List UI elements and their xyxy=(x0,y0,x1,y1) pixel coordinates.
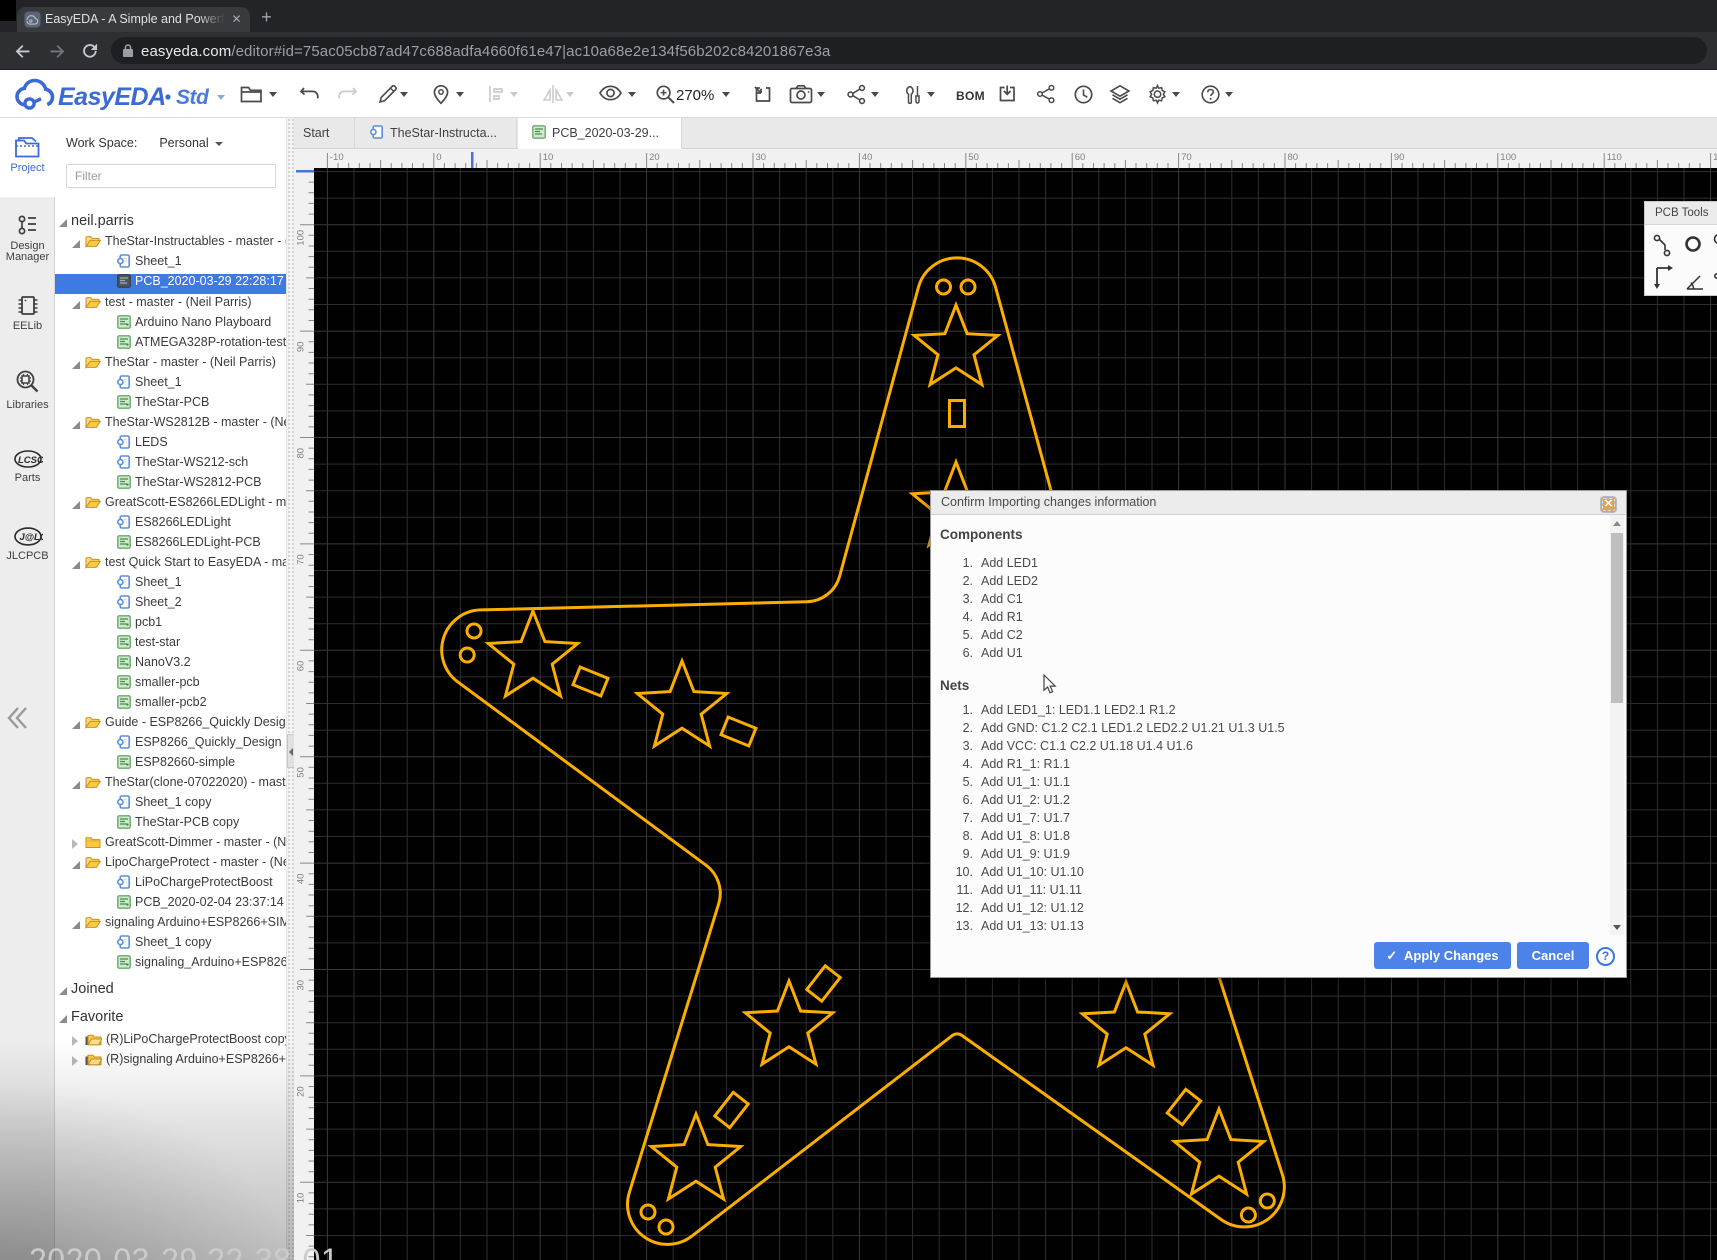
svg-text:Std: Std xyxy=(176,86,210,109)
svg-text:LCSC: LCSC xyxy=(18,455,43,466)
svg-text:EasyEDA: EasyEDA xyxy=(58,83,166,111)
svg-text:J@LC: J@LC xyxy=(19,532,43,543)
